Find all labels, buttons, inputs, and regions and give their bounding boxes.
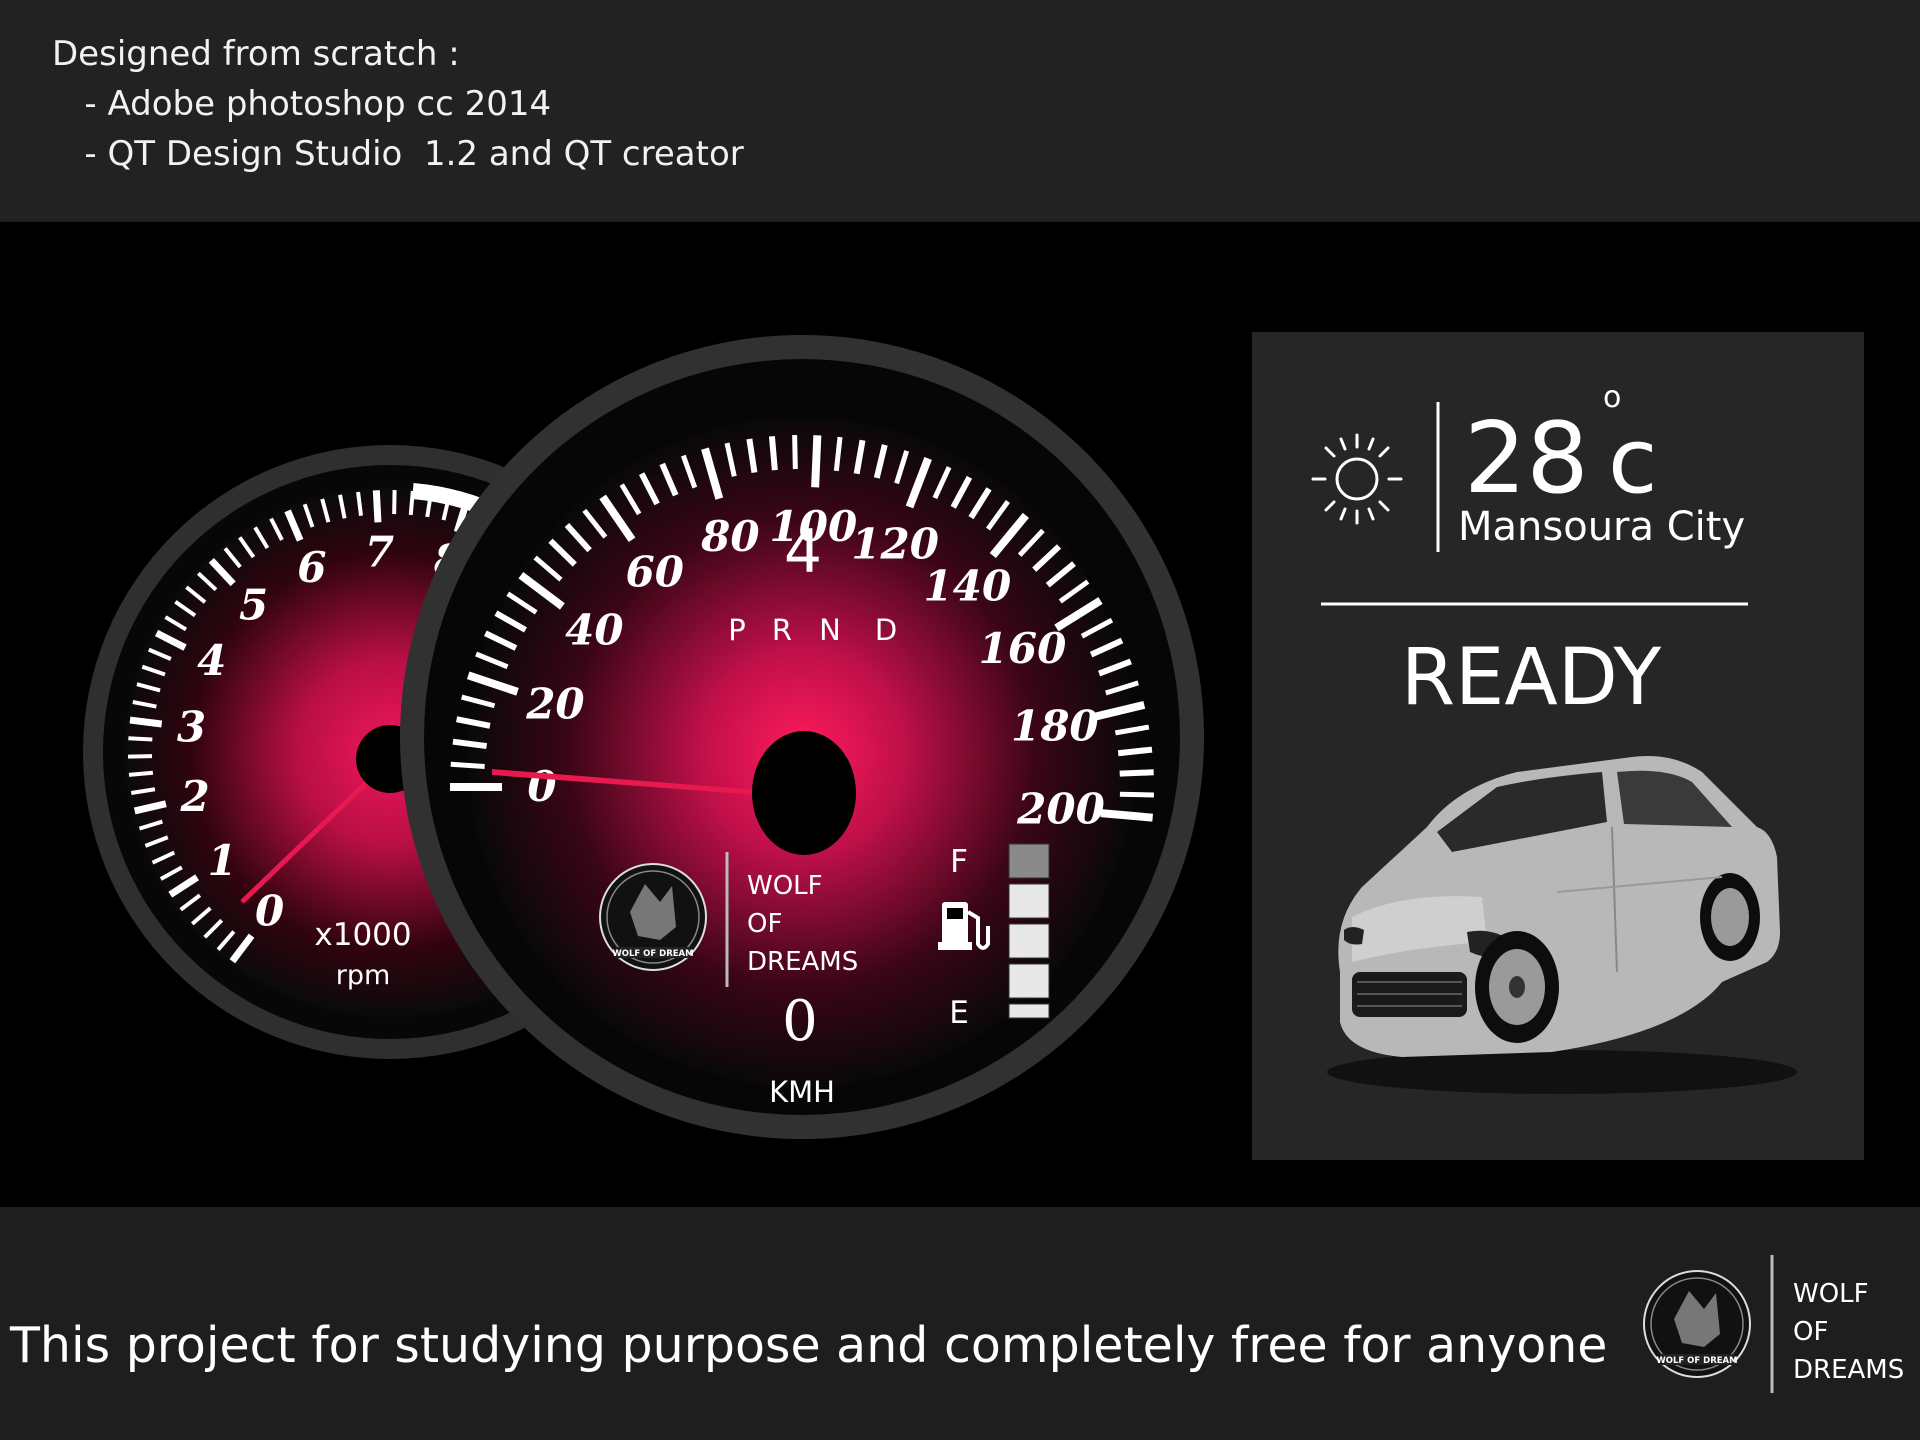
gear-letter-r: R — [772, 613, 792, 647]
info-panel-svg: 28 o c Mansoura City READY — [1311, 380, 1797, 1094]
tachometer-unit-x1000: x1000 — [314, 917, 411, 953]
speedometer-label-80: 80 — [700, 512, 759, 561]
tachometer-label-2: 2 — [180, 772, 210, 821]
tachometer-unit-rpm: rpm — [336, 960, 391, 991]
tachometer-major-tick — [129, 716, 163, 728]
temperature-value: 28 — [1464, 402, 1589, 516]
speedometer-label-60: 60 — [626, 548, 684, 597]
speedometer-label-200: 200 — [1016, 785, 1105, 834]
speed-readout: 0 — [782, 989, 818, 1054]
speedometer-minor-tick — [1119, 791, 1154, 798]
footer-brand: WOLF OF DREAM WOLF OF DREAMS — [1643, 1255, 1904, 1393]
speedometer-label-0: 0 — [527, 762, 556, 811]
footer-logo-text: WOLF OF DREAM — [1656, 1356, 1737, 1366]
tachometer-label-3: 3 — [177, 703, 206, 752]
speedometer: 020406080 100120140160180200 4 P R N D 0 … — [400, 335, 1204, 1139]
gauge-brand-line-2: OF — [747, 909, 782, 939]
city-name: Mansoura City — [1458, 504, 1745, 550]
status-text: READY — [1401, 633, 1662, 723]
fuel-empty-label: E — [949, 995, 969, 1031]
speedometer-minor-tick — [792, 435, 798, 470]
tachometer-label-4: 4 — [197, 636, 226, 685]
footer-disclaimer: This project for studying purpose and co… — [10, 1317, 1608, 1374]
fuel-level-segment — [1008, 883, 1050, 919]
fuel-level-segment — [1008, 923, 1050, 959]
fuel-level-bars — [1008, 843, 1050, 1019]
footer-brand-line-1: WOLF — [1793, 1279, 1869, 1309]
tachometer-minor-tick — [128, 770, 154, 777]
fuel-level-segment — [1008, 843, 1050, 879]
gauge-brand-logo: WOLF OF DREAM — [599, 863, 707, 971]
gear-indicator: 4 — [784, 517, 822, 587]
speedometer-major-tick — [1100, 809, 1154, 822]
speedometer-label-180: 180 — [1011, 701, 1099, 750]
sun-icon — [1311, 433, 1403, 525]
fuel-level-segment — [1008, 1003, 1050, 1019]
footer-bar: This project for studying purpose and co… — [0, 1209, 1920, 1440]
footer-wolf-logo-icon: WOLF OF DREAM — [1643, 1270, 1751, 1378]
temperature-unit: c — [1608, 409, 1657, 514]
speedometer-major-tick — [811, 435, 822, 488]
speedometer-label-160: 160 — [979, 624, 1067, 673]
dashboard-cluster: 012345678 x1000 rpm 02040608010012014016… — [0, 222, 1920, 1207]
fuel-full-label: F — [950, 844, 968, 880]
speedometer-label-20: 20 — [525, 680, 584, 729]
credit-line-1: Designed from scratch : — [52, 34, 460, 74]
gear-letter-n: N — [819, 613, 841, 647]
footer-brand-line-2: OF — [1793, 1317, 1828, 1347]
tachometer-label-1: 1 — [208, 836, 237, 885]
gear-letter-p: P — [728, 613, 746, 647]
gauge-logo-text: WOLF OF DREAM — [612, 949, 693, 959]
gauges-svg: 012345678 x1000 rpm 02040608010012014016… — [83, 335, 1204, 1139]
car-image — [1327, 756, 1797, 1094]
gear-letter-d: D — [875, 613, 897, 647]
tachometer-label-0: 0 — [255, 887, 284, 936]
header-bar: Designed from scratch : - Adobe photosho… — [0, 0, 1920, 220]
tachometer-label-7: 7 — [365, 527, 394, 576]
speedometer-label-140: 140 — [924, 561, 1012, 610]
speed-unit: KMH — [769, 1075, 835, 1109]
tachometer-minor-tick — [128, 736, 153, 742]
tachometer-label-5: 5 — [239, 581, 268, 630]
footer-brand-line-3: DREAMS — [1793, 1355, 1904, 1385]
info-panel: 28 o c Mansoura City READY — [1252, 332, 1864, 1160]
speedometer-minor-tick — [1117, 746, 1153, 757]
tachometer-major-tick — [372, 490, 382, 523]
speedometer-minor-tick — [450, 761, 485, 769]
speedometer-label-40: 40 — [565, 606, 623, 655]
speedometer-hub — [752, 731, 856, 855]
speedometer-minor-tick — [1119, 769, 1154, 777]
fuel-level-segment — [1008, 963, 1050, 999]
speedometer-minor-tick — [768, 436, 778, 471]
credit-line-2: - Adobe photoshop cc 2014 — [52, 84, 552, 124]
credit-line-3: - QT Design Studio 1.2 and QT creator — [52, 134, 744, 174]
gauge-brand-line-3: DREAMS — [747, 947, 858, 977]
gauge-brand-line-1: WOLF — [747, 871, 823, 901]
tachometer-label-6: 6 — [297, 543, 326, 592]
